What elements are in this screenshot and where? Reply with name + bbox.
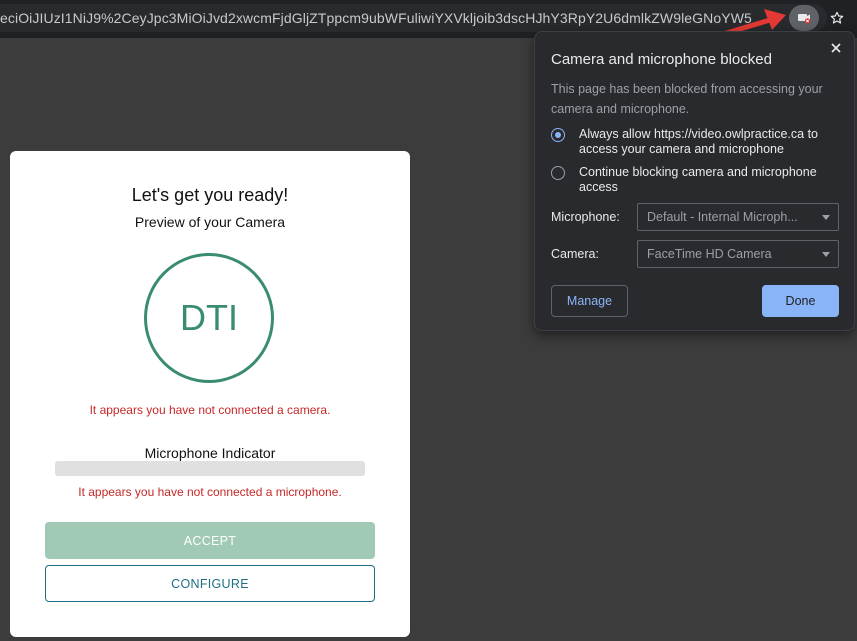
radio-button-checked[interactable] [551,128,565,142]
camera-select[interactable]: FaceTime HD Camera [637,240,839,268]
bookmark-button[interactable] [824,5,850,31]
avatar: DTI [144,253,274,383]
popup-title: Camera and microphone blocked [551,51,772,68]
device-check-card: Let's get you ready! Preview of your Cam… [10,151,410,637]
camera-select-row: Camera: FaceTime HD Camera [551,240,841,268]
address-bar[interactable]: eciOiJIUzI1NiJ9%2CeyJpc3MiOiJvd2xwcmFjdG… [0,4,827,32]
avatar-initials: DTI [180,297,238,338]
card-subtitle: Preview of your Camera [134,214,286,230]
microphone-select[interactable]: Default - Internal Microph... [637,203,839,231]
close-icon [831,43,841,53]
camera-label: Camera: [551,247,599,261]
microphone-select-value: Default - Internal Microph... [647,210,798,224]
radio-button[interactable] [551,166,565,180]
chevron-down-icon [822,252,830,257]
camera-error-message: It appears you have not connected a came… [89,403,331,417]
chevron-down-icon [822,215,830,220]
option-label: Always allow https://video.owlpractice.c… [579,127,818,156]
done-button[interactable]: Done [762,285,839,317]
microphone-level-bar [55,461,365,476]
permission-popup: Camera and microphone blocked This page … [534,31,855,331]
star-icon [830,11,844,24]
address-bar-url[interactable]: eciOiJIUzI1NiJ9%2CeyJpc3MiOiJvd2xwcmFjdG… [0,10,770,26]
manage-button[interactable]: Manage [551,285,628,317]
camera-select-value: FaceTime HD Camera [647,247,772,261]
popup-description: This page has been blocked from accessin… [551,82,823,116]
microphone-label: Microphone: [551,210,620,224]
close-button[interactable] [828,40,844,56]
configure-button[interactable]: CONFIGURE [45,565,375,602]
accept-button[interactable]: ACCEPT [45,522,375,559]
microphone-select-row: Microphone: Default - Internal Microph..… [551,203,841,231]
camera-blocked-icon [798,14,811,24]
microphone-error-message: It appears you have not connected a micr… [78,485,342,499]
option-label: Continue blocking camera and microphone … [579,165,817,194]
card-title: Let's get you ready! [131,185,289,205]
microphone-indicator-label: Microphone Indicator [144,445,276,461]
camera-blocked-button[interactable] [789,5,819,31]
option-always-allow[interactable]: Always allow https://video.owlpractice.c… [551,127,846,157]
option-continue-blocking[interactable]: Continue blocking camera and microphone … [551,165,846,195]
